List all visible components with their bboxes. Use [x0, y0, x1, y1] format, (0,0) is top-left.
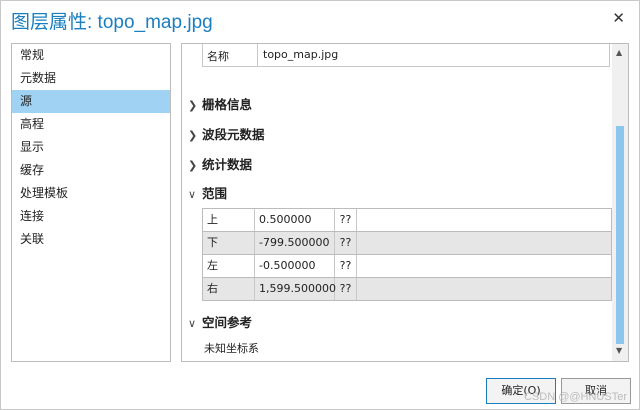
nav-item-cache[interactable]: 缓存	[12, 159, 170, 182]
name-row: 名称 topo_map.jpg	[202, 44, 610, 67]
dialog-title: 图层属性: topo_map.jpg	[11, 12, 213, 33]
layer-properties-dialog: 图层属性: topo_map.jpg ✕ 常规 元数据 源 高程 显示 缓存 处…	[0, 0, 640, 410]
scroll-up-icon[interactable]: ▲	[616, 48, 622, 57]
close-icon[interactable]: ✕	[612, 9, 625, 27]
section-spatial-reference[interactable]: ∨ 空间参考	[188, 312, 252, 331]
vertical-scrollbar[interactable]: ▲ ▼	[612, 44, 628, 361]
nav-item-relates[interactable]: 关联	[12, 228, 170, 251]
section-band-metadata[interactable]: ❯ 波段元数据	[188, 124, 265, 143]
nav-item-metadata[interactable]: 元数据	[12, 67, 170, 90]
table-row: 左 -0.500000 ??	[203, 255, 611, 278]
nav-item-general[interactable]: 常规	[12, 44, 170, 67]
watermark: CSDN @@HNUSTer	[523, 391, 627, 403]
name-value: topo_map.jpg	[263, 48, 339, 61]
nav-item-joins[interactable]: 连接	[12, 205, 170, 228]
chevron-down-icon: ∨	[188, 188, 197, 201]
scroll-down-icon[interactable]: ▼	[616, 346, 622, 355]
spatial-reference-value: 未知坐标系	[204, 342, 259, 355]
scrollbar-thumb[interactable]	[616, 126, 624, 344]
table-row: 上 0.500000 ??	[203, 209, 611, 232]
chevron-right-icon: ❯	[188, 99, 198, 112]
table-row: 右 1,599.500000 ??	[203, 278, 611, 301]
nav-item-processing-template[interactable]: 处理模板	[12, 182, 170, 205]
name-label: 名称	[207, 50, 229, 63]
section-extent[interactable]: ∨ 范围	[188, 183, 227, 202]
nav-list: 常规 元数据 源 高程 显示 缓存 处理模板 连接 关联	[11, 43, 171, 362]
source-panel: 名称 topo_map.jpg ❯ 栅格信息 ❯ 波段元数据 ❯ 统计数据 ∨ 范围 上…	[181, 43, 629, 362]
table-row: 下 -799.500000 ??	[203, 232, 611, 255]
chevron-right-icon: ❯	[188, 129, 198, 142]
nav-item-elevation[interactable]: 高程	[12, 113, 170, 136]
chevron-down-icon: ∨	[188, 317, 197, 330]
section-statistics[interactable]: ❯ 统计数据	[188, 154, 252, 173]
section-raster-info[interactable]: ❯ 栅格信息	[188, 94, 252, 113]
nav-item-display[interactable]: 显示	[12, 136, 170, 159]
nav-item-source[interactable]: 源	[12, 90, 170, 113]
extent-table: 上 0.500000 ?? 下 -799.500000 ?? 左 -0.5000…	[202, 208, 612, 301]
chevron-right-icon: ❯	[188, 159, 198, 172]
